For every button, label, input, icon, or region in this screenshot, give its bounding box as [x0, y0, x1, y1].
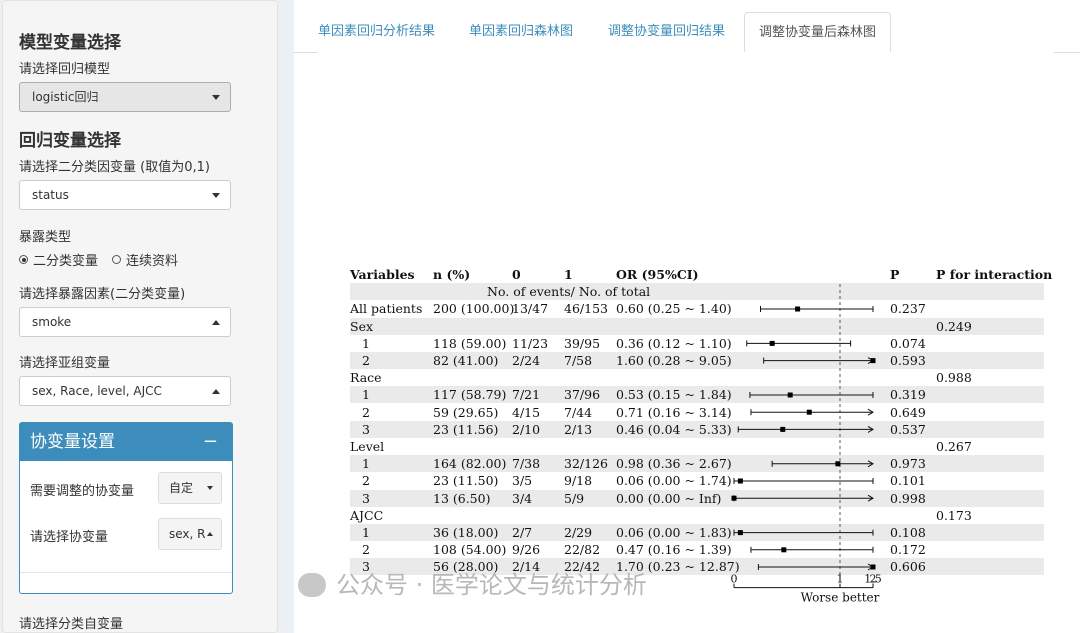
radio-continuous[interactable]: 连续资料: [112, 250, 178, 269]
var-section-title: 回归变量选择: [19, 131, 121, 151]
exposure-type-label: 暴露类型: [19, 230, 72, 245]
x-tick-label: 2: [870, 573, 877, 586]
x-tick-label: 0: [731, 573, 738, 586]
or-point: [795, 306, 801, 312]
model-select[interactable]: logistic回归: [19, 82, 231, 112]
covariate-box-title: 协变量设置: [30, 432, 115, 452]
sidebar-panel: 模型变量选择 请选择回归模型 logistic回归 回归变量选择 请选择二分类因…: [2, 0, 278, 633]
exposure-type-radio-group: 二分类变量 连续资料: [19, 250, 178, 269]
model-label: 请选择回归模型: [19, 62, 111, 77]
tab-univariate-forest[interactable]: 单因素回归森林图: [455, 12, 587, 52]
caret-down-icon: [212, 193, 220, 198]
radio-binary-label: 二分类变量: [33, 254, 99, 269]
caret-up-icon: [207, 532, 213, 536]
tab-univariate-results[interactable]: 单因素回归分析结果: [304, 12, 449, 52]
tab-adjusted-results[interactable]: 调整协变量回归结果: [594, 12, 739, 52]
or-point: [731, 495, 737, 501]
or-point: [781, 547, 787, 553]
subgroup-label: 请选择亚组变量: [19, 356, 111, 371]
caret-up-icon: [212, 320, 220, 325]
radio-checked-icon: [19, 255, 28, 264]
or-point: [835, 461, 841, 467]
next-section-label: 请选择分类自变量: [19, 617, 124, 632]
main-panel: 单因素回归分析结果 单因素回归森林图 调整协变量回归结果 调整协变量后森林图 V…: [294, 0, 1080, 633]
model-section-title: 模型变量选择: [19, 33, 121, 53]
exposure-label: 请选择暴露因素(二分类变量): [19, 287, 186, 302]
subgroup-select[interactable]: sex, Race, level, AJCC: [19, 376, 231, 406]
or-point: [806, 409, 812, 415]
or-point: [780, 426, 786, 432]
adjust-label: 需要调整的协变量: [30, 484, 135, 499]
covariate-dropdown-value: sex, R: [169, 527, 206, 541]
watermark: 公众号 · 医学论文与统计分析: [298, 565, 647, 600]
watermark-text: 公众号 · 医学论文与统计分析: [336, 571, 647, 599]
or-point: [737, 530, 743, 536]
radio-continuous-label: 连续资料: [126, 254, 179, 269]
radio-binary[interactable]: 二分类变量: [19, 250, 98, 269]
radio-unchecked-icon: [112, 255, 122, 264]
x-axis-caption: Worse better: [801, 591, 880, 605]
exposure-select-value: smoke: [32, 315, 72, 329]
forest-plot-svg: 0 1 1.52Worse better: [731, 284, 882, 605]
covariate-box-footer: [20, 572, 232, 593]
caret-up-icon: [212, 389, 220, 394]
forest-plot-area: Variables n (%) 0 1 OR (95%CI) P P for interac…: [318, 52, 1054, 633]
exposure-select[interactable]: smoke: [19, 307, 231, 337]
outcome-select[interactable]: status: [19, 180, 231, 210]
outcome-select-value: status: [32, 188, 69, 202]
subgroup-select-value: sex, Race, level, AJCC: [32, 384, 162, 398]
or-point: [870, 358, 876, 364]
covariate-box-header: 协变量设置 −: [20, 423, 232, 461]
covariate-box: 协变量设置 − 需要调整的协变量 自定 请选择协变量 sex, R: [19, 422, 233, 594]
covariate-dropdown-button[interactable]: sex, R: [158, 518, 222, 550]
x-tick-label: 1: [837, 573, 844, 586]
caret-down-icon: [212, 95, 220, 100]
tab-adjusted-forest[interactable]: 调整协变量后森林图: [744, 12, 892, 53]
collapse-icon[interactable]: −: [203, 423, 218, 461]
choose-cov-label: 请选择协变量: [30, 530, 109, 545]
adjust-dropdown-button[interactable]: 自定: [158, 472, 222, 504]
or-point: [870, 564, 876, 570]
adjust-dropdown-value: 自定: [169, 481, 194, 495]
tab-bar: 单因素回归分析结果 单因素回归森林图 调整协变量回归结果 调整协变量后森林图: [294, 12, 1080, 53]
or-point: [737, 478, 743, 484]
wechat-icon: [298, 573, 326, 597]
or-point: [769, 340, 775, 346]
outcome-label: 请选择二分类因变量 (取值为0,1): [19, 160, 210, 175]
model-select-value: logistic回归: [32, 90, 99, 104]
or-point: [787, 392, 793, 398]
caret-down-icon: [207, 486, 213, 490]
